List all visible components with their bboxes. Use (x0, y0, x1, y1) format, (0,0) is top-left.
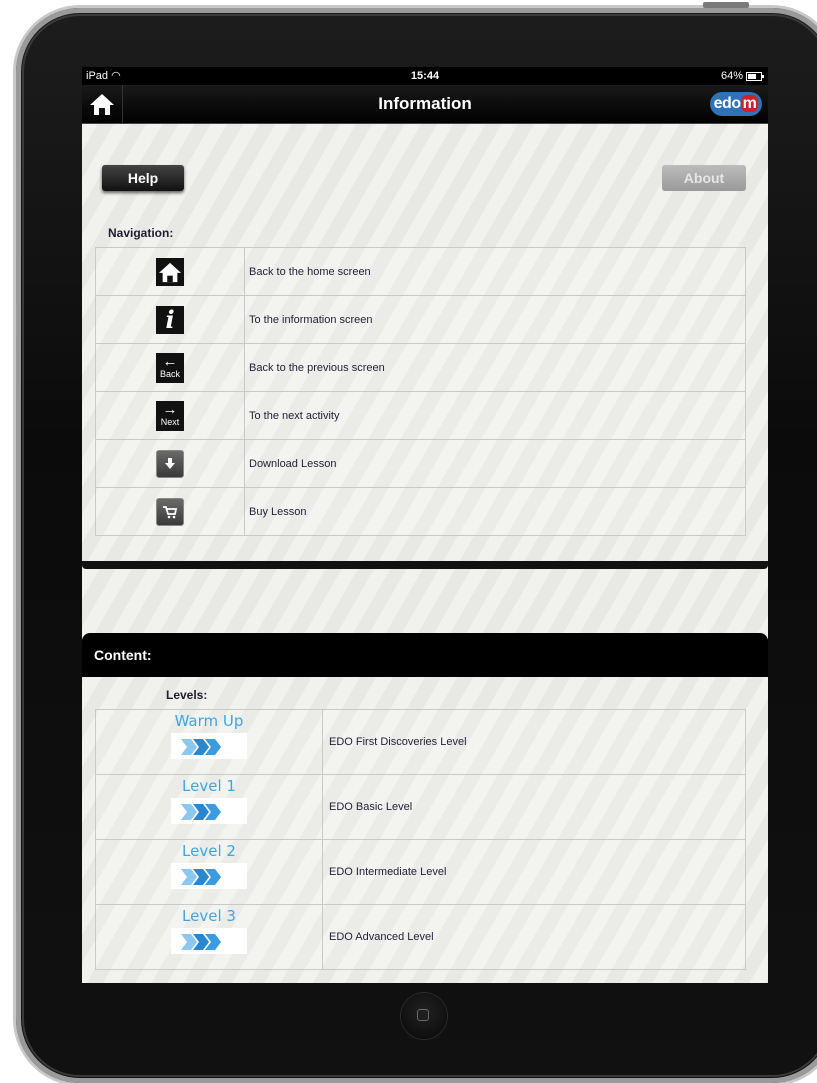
levels-label: Levels: (166, 688, 208, 702)
row-description: Buy Lesson (244, 487, 746, 536)
row-description: Back to the previous screen (244, 343, 746, 392)
content-title: Content: (94, 647, 152, 663)
status-battery: 64% (721, 67, 764, 85)
table-row: Download Lesson (95, 439, 746, 488)
level-name: Level 1 (182, 777, 236, 795)
about-tab[interactable]: About (662, 165, 746, 191)
help-tab[interactable]: Help (102, 165, 184, 191)
level-name: Level 2 (182, 842, 236, 860)
row-description: To the information screen (244, 295, 746, 344)
row-description: Download Lesson (244, 439, 746, 488)
row-description: Back to the home screen (244, 247, 746, 296)
navigation-label: Navigation: (108, 226, 174, 240)
app-screen: iPad ◠ 15:44 64% Information edo m Help A… (82, 67, 768, 983)
sleep-button (703, 2, 749, 8)
table-row: Buy Lesson (95, 487, 746, 536)
help-panel-bottom-edge (82, 561, 768, 569)
next-icon: → Next (156, 400, 184, 431)
table-row[interactable]: Level 3 EDO Advanced Level (95, 904, 746, 970)
level-description: EDO Intermediate Level (322, 839, 746, 905)
home-icon (156, 257, 184, 286)
navigation-table: Back to the home screen i To the informa… (95, 247, 746, 536)
table-row[interactable]: Warm Up EDO First Discoveries Level (95, 709, 746, 775)
edo-logo: edo m (710, 92, 762, 116)
level-name: Warm Up (174, 712, 244, 730)
battery-icon (746, 71, 764, 81)
level-description: EDO First Discoveries Level (322, 709, 746, 775)
status-time: 15:44 (410, 70, 440, 82)
download-icon (156, 449, 184, 478)
table-row: Back to the home screen (95, 247, 746, 296)
chevrons-icon (171, 928, 247, 954)
chevrons-icon (171, 733, 247, 759)
levels-table: Warm Up EDO First Discoveries Level Leve… (95, 709, 746, 970)
table-row: i To the information screen (95, 295, 746, 344)
chevrons-icon (171, 863, 247, 889)
status-bar: iPad ◠ 15:44 64% (82, 67, 768, 85)
level-description: EDO Basic Level (322, 774, 746, 840)
page-title: Information (378, 94, 472, 113)
table-row: → Next To the next activity (95, 391, 746, 440)
device-home-button[interactable] (401, 993, 447, 1039)
level-description: EDO Advanced Level (322, 904, 746, 970)
info-icon: i (156, 305, 184, 334)
table-row: ← Back Back to the previous screen (95, 343, 746, 392)
home-square-icon (417, 1009, 429, 1021)
chevrons-icon (171, 798, 247, 824)
cart-icon (156, 497, 184, 526)
back-icon: ← Back (156, 352, 184, 383)
level-name: Level 3 (182, 907, 236, 925)
table-row[interactable]: Level 1 EDO Basic Level (95, 774, 746, 840)
content-header: Content: (82, 633, 768, 677)
row-description: To the next activity (244, 391, 746, 440)
nav-bar: Information edo m (82, 85, 768, 124)
table-row[interactable]: Level 2 EDO Intermediate Level (95, 839, 746, 905)
